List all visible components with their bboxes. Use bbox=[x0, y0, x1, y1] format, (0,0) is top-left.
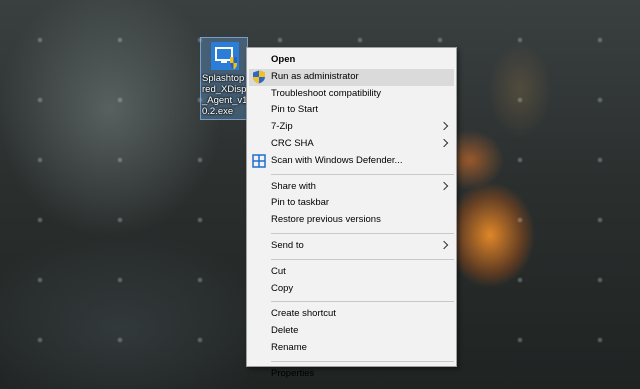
file-label-line-1: Splashtop bbox=[202, 73, 245, 84]
uac-shield-icon bbox=[253, 70, 265, 84]
splashtop-monitor-icon bbox=[211, 42, 239, 70]
menu-item-properties[interactable]: Properties bbox=[247, 366, 456, 383]
menu-separator bbox=[271, 301, 454, 303]
desktop-file-label: Splashtop red_XDisp _Agent_v1 0.2.exe bbox=[201, 73, 250, 117]
menu-item-cut[interactable]: Cut bbox=[247, 264, 456, 281]
menu-item-rename[interactable]: Rename bbox=[247, 340, 456, 357]
menu-item-label: 7-Zip bbox=[271, 121, 293, 133]
menu-separator bbox=[271, 258, 454, 260]
menu-item-7zip[interactable]: 7-Zip bbox=[247, 119, 456, 136]
menu-item-label: Run as administrator bbox=[271, 70, 359, 82]
menu-item-scan-with-defender[interactable]: Scan with Windows Defender... bbox=[247, 153, 456, 170]
menu-separator bbox=[271, 232, 454, 234]
windows-defender-icon bbox=[252, 154, 266, 168]
menu-separator bbox=[271, 173, 454, 175]
menu-item-copy[interactable]: Copy bbox=[247, 281, 456, 298]
chevron-right-icon bbox=[439, 240, 449, 250]
menu-item-share-with[interactable]: Share with bbox=[247, 179, 456, 196]
menu-item-run-as-administrator[interactable]: Run as administrator bbox=[249, 68, 454, 86]
menu-item-label: Send to bbox=[271, 239, 304, 251]
menu-separator bbox=[271, 360, 454, 362]
menu-item-troubleshoot-compatibility[interactable]: Troubleshoot compatibility bbox=[247, 86, 456, 103]
menu-item-crc-sha[interactable]: CRC SHA bbox=[247, 136, 456, 153]
menu-item-delete[interactable]: Delete bbox=[247, 323, 456, 340]
menu-item-pin-to-start[interactable]: Pin to Start bbox=[247, 102, 456, 119]
desktop-file-icon[interactable]: Splashtop red_XDisp _Agent_v1 0.2.exe bbox=[200, 37, 248, 120]
chevron-right-icon bbox=[439, 138, 449, 148]
menu-item-pin-to-taskbar[interactable]: Pin to taskbar bbox=[247, 195, 456, 212]
file-label-line-2: red_XDisp bbox=[202, 84, 247, 95]
file-label-line-4: 0.2.exe bbox=[202, 106, 234, 117]
file-label-line-3: _Agent_v1 bbox=[202, 95, 248, 106]
chevron-right-icon bbox=[439, 121, 449, 131]
menu-item-create-shortcut[interactable]: Create shortcut bbox=[247, 306, 456, 323]
menu-item-send-to[interactable]: Send to bbox=[247, 238, 456, 255]
menu-item-label: CRC SHA bbox=[271, 137, 314, 149]
menu-item-open[interactable]: Open bbox=[247, 52, 456, 69]
menu-item-restore-previous-versions[interactable]: Restore previous versions bbox=[247, 212, 456, 229]
context-menu: Open Run as administrator Troubleshoot c… bbox=[246, 47, 457, 379]
chevron-right-icon bbox=[439, 181, 449, 190]
menu-item-label: Scan with Windows Defender... bbox=[271, 154, 403, 166]
menu-item-label: Share with bbox=[271, 180, 316, 192]
